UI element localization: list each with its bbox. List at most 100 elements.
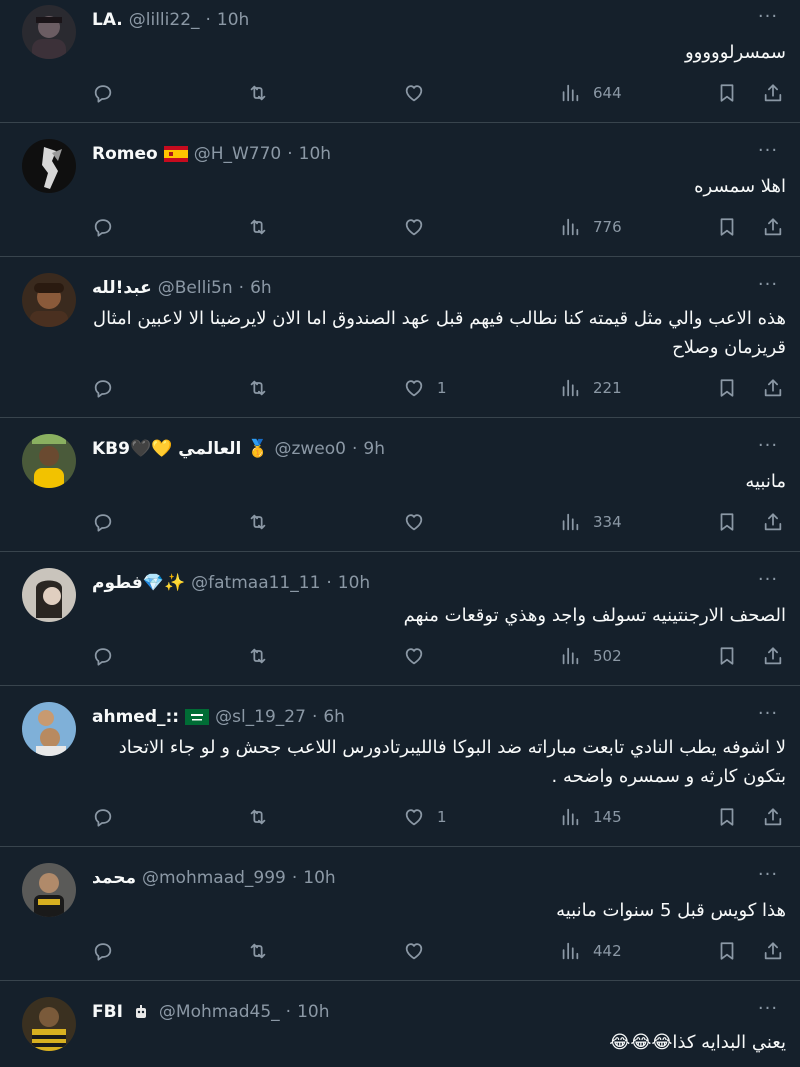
reply-icon (94, 809, 112, 827)
bookmark-button[interactable] (716, 374, 738, 402)
tweet-actions: 442 (92, 937, 786, 965)
more-options-icon[interactable]: ··· (754, 705, 782, 729)
avatar[interactable] (22, 139, 76, 193)
share-button[interactable] (762, 374, 784, 402)
share-button[interactable] (762, 803, 784, 831)
retweet-button[interactable] (247, 374, 269, 402)
views-button[interactable]: 442 (559, 937, 622, 965)
retweet-button[interactable] (247, 937, 269, 965)
bookmark-icon (720, 84, 734, 102)
views-button[interactable]: 776 (559, 213, 622, 241)
timestamp[interactable]: 6h (250, 278, 272, 298)
display-name[interactable]: فطوم💎✨ (92, 573, 185, 593)
reply-button[interactable] (92, 79, 114, 107)
share-button[interactable] (762, 642, 784, 670)
avatar[interactable] (22, 997, 76, 1051)
views-button[interactable]: 145 (559, 803, 622, 831)
like-button[interactable] (403, 79, 437, 107)
reply-tweet[interactable]: FBI @Mohmad45_ · 10h ··· يعني البدايه كذ… (0, 981, 800, 1067)
avatar[interactable] (22, 568, 76, 622)
reply-tweet[interactable]: KB9🖤💛 العالمي 🥇 @zweo0 · 9h ··· مانبيه 3… (0, 418, 800, 552)
view-count: 334 (593, 513, 622, 531)
like-count: 1 (437, 808, 447, 826)
bookmark-button[interactable] (716, 803, 738, 831)
reply-tweet[interactable]: محمد @mohmaad_999 · 10h ··· هذا كويس قبل… (0, 847, 800, 981)
handle[interactable]: @fatmaa11_11 (191, 573, 320, 593)
reply-icon (94, 943, 112, 961)
avatar[interactable] (22, 434, 76, 488)
display-name[interactable]: محمد (92, 868, 136, 888)
display-name[interactable]: Romeo (92, 144, 158, 164)
timestamp[interactable]: 10h (303, 868, 335, 888)
tweet-actions: 776 (92, 213, 786, 241)
bookmark-button[interactable] (716, 213, 738, 241)
share-button[interactable] (762, 508, 784, 536)
handle[interactable]: @H_W770 (194, 144, 282, 164)
like-button[interactable]: 1 (403, 803, 447, 831)
views-button[interactable]: 221 (559, 374, 622, 402)
reply-button[interactable] (92, 374, 114, 402)
more-options-icon[interactable]: ··· (754, 8, 782, 32)
retweet-button[interactable] (247, 803, 269, 831)
retweet-button[interactable] (247, 213, 269, 241)
more-options-icon[interactable]: ··· (754, 437, 782, 461)
timestamp[interactable]: 10h (297, 1002, 329, 1022)
like-button[interactable]: 1 (403, 374, 447, 402)
views-button[interactable]: 502 (559, 642, 622, 670)
display-name[interactable]: ahmed_:: (92, 707, 179, 727)
more-options-icon[interactable]: ··· (754, 571, 782, 595)
timestamp[interactable]: 10h (217, 10, 249, 30)
avatar[interactable] (22, 273, 76, 327)
handle[interactable]: @Mohmad45_ (159, 1002, 280, 1022)
views-button[interactable]: 334 (559, 508, 622, 536)
reply-button[interactable] (92, 937, 114, 965)
timestamp[interactable]: 10h (299, 144, 331, 164)
reply-tweet[interactable]: فطوم💎✨ @fatmaa11_11 · 10h ··· الصحف الار… (0, 552, 800, 686)
reply-button[interactable] (92, 642, 114, 670)
reply-button[interactable] (92, 803, 114, 831)
avatar[interactable] (22, 863, 76, 917)
avatar[interactable] (22, 5, 76, 59)
timestamp[interactable]: 9h (363, 439, 385, 459)
share-button[interactable] (762, 79, 784, 107)
reply-tweet[interactable]: LA. @lilli22_ · 10h ··· سمسرلووووو 644 (0, 0, 800, 123)
reply-tweet[interactable]: Romeo @H_W770 · 10h ··· اهلا سمسره 776 (0, 123, 800, 257)
handle[interactable]: @zweo0 (274, 439, 346, 459)
retweet-button[interactable] (247, 642, 269, 670)
display-name[interactable]: LA. (92, 10, 123, 30)
more-options-icon[interactable]: ··· (754, 142, 782, 166)
share-button[interactable] (762, 213, 784, 241)
handle[interactable]: @sl_19_27 (215, 707, 306, 727)
bookmark-button[interactable] (716, 508, 738, 536)
reply-feed: LA. @lilli22_ · 10h ··· سمسرلووووو 644 R… (0, 0, 800, 1067)
timestamp[interactable]: 6h (323, 707, 345, 727)
more-options-icon[interactable]: ··· (754, 866, 782, 890)
display-name[interactable]: FBI (92, 1002, 123, 1022)
avatar[interactable] (22, 702, 76, 756)
reply-tweet[interactable]: ahmed_:: @sl_19_27 · 6h ··· لا اشوفه يطب… (0, 686, 800, 847)
display-name[interactable]: KB9🖤💛 العالمي 🥇 (92, 439, 268, 459)
reply-tweet[interactable]: عبد!لله @Belli5n · 6h ··· هذه الاعب والي… (0, 257, 800, 418)
handle[interactable]: @Belli5n (158, 278, 233, 298)
like-button[interactable] (403, 213, 437, 241)
reply-button[interactable] (92, 508, 114, 536)
handle[interactable]: @mohmaad_999 (142, 868, 286, 888)
timestamp[interactable]: 10h (338, 573, 370, 593)
like-button[interactable] (403, 508, 437, 536)
like-button[interactable] (403, 937, 437, 965)
views-button[interactable]: 644 (559, 79, 622, 107)
tweet-text: هذه الاعب والي مثل قيمته كنا نطالب فيهم … (93, 308, 786, 358)
tweet-actions: 644 (92, 79, 786, 107)
bookmark-button[interactable] (716, 79, 738, 107)
bookmark-button[interactable] (716, 937, 738, 965)
more-options-icon[interactable]: ··· (754, 276, 782, 300)
display-name[interactable]: عبد!لله (92, 278, 152, 298)
retweet-button[interactable] (247, 508, 269, 536)
like-button[interactable] (403, 642, 437, 670)
retweet-button[interactable] (247, 79, 269, 107)
share-button[interactable] (762, 937, 784, 965)
reply-button[interactable] (92, 213, 114, 241)
bookmark-button[interactable] (716, 642, 738, 670)
more-options-icon[interactable]: ··· (754, 1000, 782, 1024)
handle[interactable]: @lilli22_ (129, 10, 200, 30)
